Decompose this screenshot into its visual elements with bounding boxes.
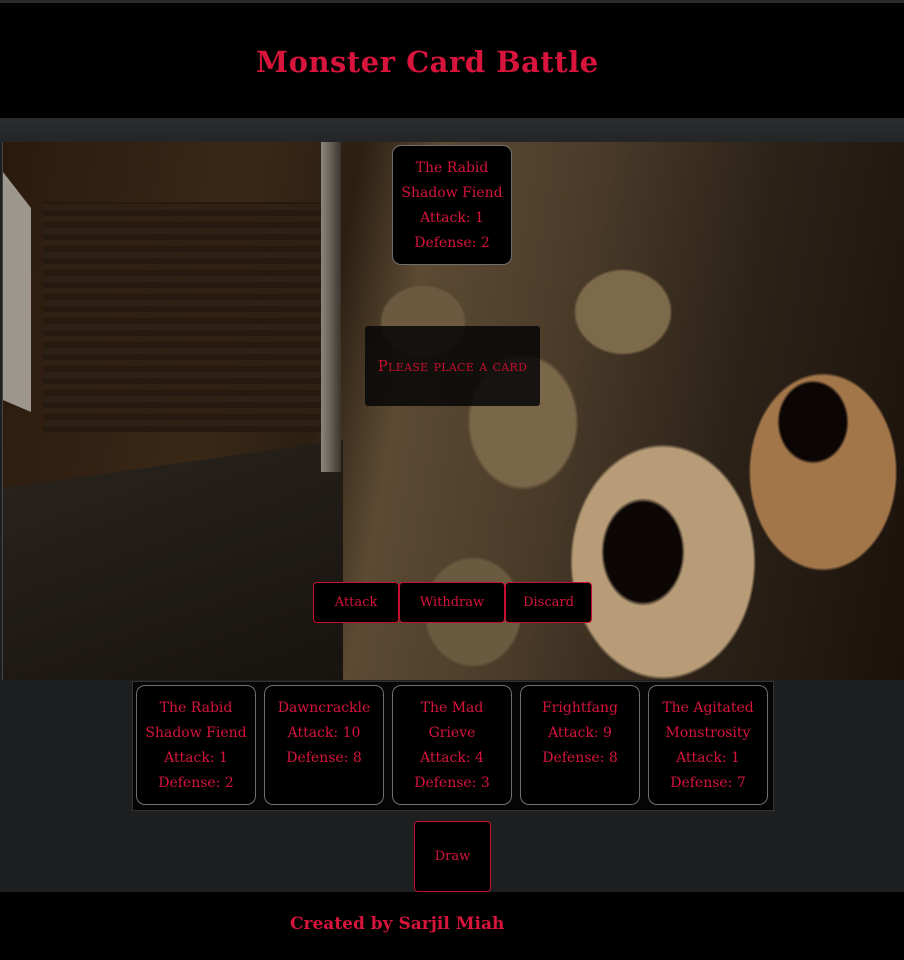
card-line: Defense: 7	[670, 775, 746, 791]
card-line: Shadow Fiend	[145, 725, 247, 741]
card-line: Attack: 1	[676, 750, 740, 766]
draw-button[interactable]: Draw	[414, 821, 491, 892]
footer-credit: Created by Sarjil Miah	[290, 914, 505, 934]
hand-card[interactable]: The Agitated Monstrosity Attack: 1 Defen…	[648, 685, 768, 805]
post-decoration	[321, 142, 341, 472]
hand-card[interactable]: Dawncrackle Attack: 10 Defense: 8	[264, 685, 384, 805]
card-line: Grieve	[428, 725, 476, 741]
hand-card[interactable]: Frightfang Attack: 9 Defense: 8	[520, 685, 640, 805]
card-line: Defense: 2	[158, 775, 234, 791]
place-card-slot[interactable]: Please place a card	[365, 326, 540, 406]
withdraw-button[interactable]: Withdraw	[399, 582, 505, 623]
catacomb-floor-decoration	[3, 440, 343, 680]
header-bar: Monster Card Battle	[0, 0, 904, 118]
card-name-line: The Rabid	[415, 160, 489, 176]
card-name-line: Shadow Fiend	[401, 185, 503, 201]
card-line: Attack: 4	[420, 750, 484, 766]
discard-button[interactable]: Discard	[505, 582, 592, 623]
catacomb-wall-decoration	[43, 202, 323, 432]
card-line: The Agitated	[662, 700, 754, 716]
page-title: Monster Card Battle	[256, 45, 599, 79]
enemy-card[interactable]: The Rabid Shadow Fiend Attack: 1 Defense…	[392, 145, 512, 265]
card-line: The Rabid	[159, 700, 233, 716]
card-line: Attack: 9	[548, 725, 612, 741]
hand-card[interactable]: The Mad Grieve Attack: 4 Defense: 3	[392, 685, 512, 805]
card-line: The Mad	[420, 700, 484, 716]
card-line: Attack: 10	[287, 725, 361, 741]
card-line: Defense: 8	[542, 750, 618, 766]
door-panel-decoration	[3, 172, 31, 412]
card-defense: Defense: 2	[414, 235, 490, 251]
card-line: Defense: 3	[414, 775, 490, 791]
card-attack: Attack: 1	[420, 210, 484, 226]
card-line: Dawncrackle	[277, 700, 371, 716]
divider-strip	[0, 118, 904, 142]
card-line: Defense: 8	[286, 750, 362, 766]
card-line: Frightfang	[542, 700, 618, 716]
hand-card[interactable]: The Rabid Shadow Fiend Attack: 1 Defense…	[136, 685, 256, 805]
card-line: Monstrosity	[665, 725, 751, 741]
card-line: Attack: 1	[164, 750, 228, 766]
attack-button[interactable]: Attack	[313, 582, 399, 623]
footer: Created by Sarjil Miah	[0, 892, 904, 960]
